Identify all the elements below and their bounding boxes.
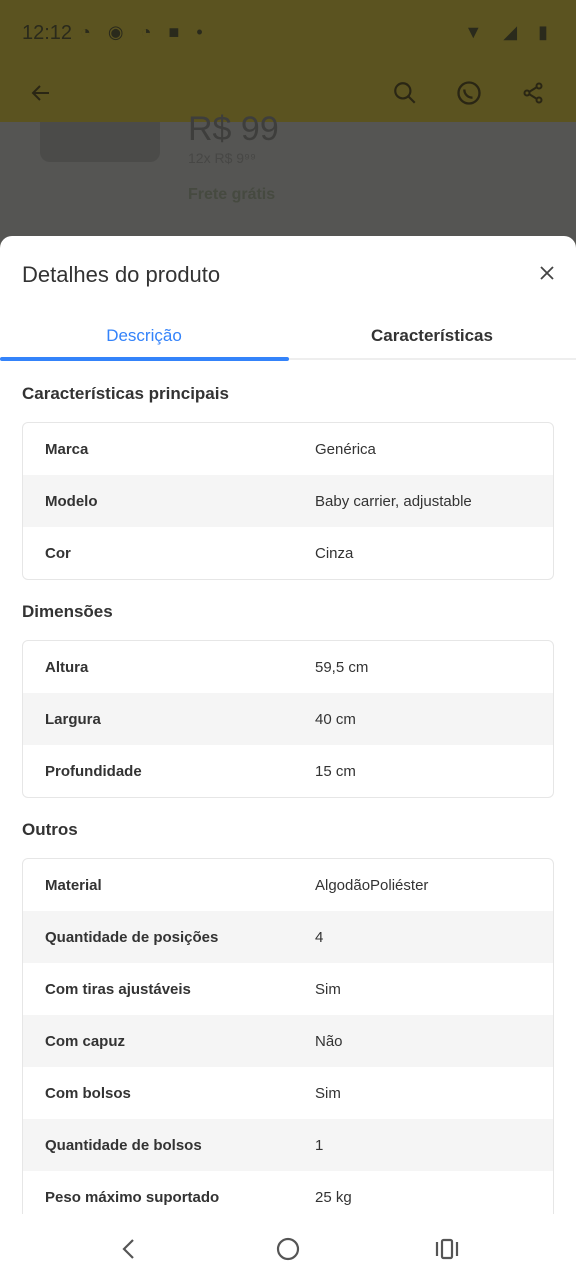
spec-row: Com bolsos Sim xyxy=(23,1067,553,1119)
spec-value: Baby carrier, adjustable xyxy=(315,492,472,510)
spec-value: 25 kg xyxy=(315,1188,352,1206)
spec-key: Com bolsos xyxy=(45,1084,131,1102)
spec-key: Quantidade de bolsos xyxy=(45,1136,202,1154)
section-title: Outros xyxy=(22,820,78,839)
search-icon[interactable] xyxy=(388,76,422,110)
spec-row: Marca Genérica xyxy=(23,423,553,475)
spec-key: Com capuz xyxy=(45,1032,126,1050)
product-price: R$ 99 xyxy=(188,110,279,148)
spec-row: Peso máximo suportado 25 kg xyxy=(23,1171,553,1214)
spec-row: Profundidade 15 cm xyxy=(23,745,553,797)
spec-key: Largura xyxy=(45,710,101,728)
spec-value: Sim xyxy=(315,1084,341,1102)
specs-content: Características principais Marca Genéric… xyxy=(0,362,576,1214)
system-status-icons: ▼ ◢ ▮ xyxy=(464,22,556,42)
spec-row: Quantidade de bolsos 1 xyxy=(23,1119,553,1171)
spec-key: Quantidade de posições xyxy=(45,928,219,946)
specs-table: Material AlgodãoPoliéster Quantidade de … xyxy=(22,858,554,1214)
recents-icon[interactable] xyxy=(432,1234,462,1264)
spec-value: 59,5 cm xyxy=(315,658,369,676)
spec-row: Com capuz Não xyxy=(23,1015,553,1067)
section-title: Dimensões xyxy=(22,602,113,621)
system-nav-bar xyxy=(0,1214,576,1280)
spec-row: Largura 40 cm xyxy=(23,693,553,745)
spec-value: Sim xyxy=(315,980,341,998)
spec-key: Cor xyxy=(45,544,71,562)
spec-key: Material xyxy=(45,876,102,894)
spec-key: Profundidade xyxy=(45,762,142,780)
product-installments: 12x R$ 9⁹⁹ xyxy=(188,150,257,166)
status-bar: 12:12 ◔ ◉ ◔ ■ • ▼ ◢ ▮ xyxy=(0,0,576,64)
tab-caracteristicas[interactable]: Características xyxy=(288,312,576,360)
notification-icons: ◔ ◉ ◔ ■ • xyxy=(80,22,209,42)
spec-value: 4 xyxy=(315,928,324,946)
app-bar xyxy=(0,64,576,122)
product-thumbnail xyxy=(40,122,160,162)
specs-table: Altura 59,5 cm Largura 40 cm Profundidad… xyxy=(22,640,554,798)
tab-descricao[interactable]: Descrição xyxy=(0,312,288,360)
spec-value: AlgodãoPoliéster xyxy=(315,876,429,894)
chevron-left-icon[interactable] xyxy=(114,1234,144,1264)
active-tab-indicator xyxy=(0,357,289,361)
tab-bar: Descrição Características xyxy=(0,312,576,361)
spec-value: Genérica xyxy=(315,440,376,458)
spec-row: Com tiras ajustáveis Sim xyxy=(23,963,553,1015)
spec-key: Modelo xyxy=(45,492,98,510)
arrow-left-icon[interactable] xyxy=(24,76,58,110)
spec-key: Com tiras ajustáveis xyxy=(45,980,191,998)
specs-table: Marca Genérica Modelo Baby carrier, adju… xyxy=(22,422,554,580)
spec-row: Material AlgodãoPoliéster xyxy=(23,859,553,911)
section-title: Características principais xyxy=(22,384,229,403)
sheet-title: Detalhes do produto xyxy=(22,262,221,287)
spec-row: Cor Cinza xyxy=(23,527,553,579)
share-icon[interactable] xyxy=(516,76,550,110)
spec-value: 1 xyxy=(315,1136,324,1154)
whatsapp-icon[interactable] xyxy=(452,76,486,110)
spec-key: Peso máximo suportado xyxy=(45,1188,220,1206)
spec-value: Cinza xyxy=(315,544,354,562)
product-summary-background: R$ 99 12x R$ 9⁹⁹ Frete grátis xyxy=(0,110,576,242)
spec-key: Altura xyxy=(45,658,89,676)
spec-row: Quantidade de posições 4 xyxy=(23,911,553,963)
status-time: 12:12 xyxy=(22,22,73,44)
close-icon[interactable] xyxy=(536,262,558,284)
shipping-label: Frete grátis xyxy=(188,186,276,203)
spec-row: Altura 59,5 cm xyxy=(23,641,553,693)
spec-row: Modelo Baby carrier, adjustable xyxy=(23,475,553,527)
spec-value: Não xyxy=(315,1032,343,1050)
product-details-sheet: Detalhes do produto Descrição Caracterís… xyxy=(0,236,576,1214)
spec-value: 15 cm xyxy=(315,762,356,780)
spec-value: 40 cm xyxy=(315,710,356,728)
circle-home-icon[interactable] xyxy=(273,1234,303,1264)
spec-key: Marca xyxy=(45,440,89,458)
